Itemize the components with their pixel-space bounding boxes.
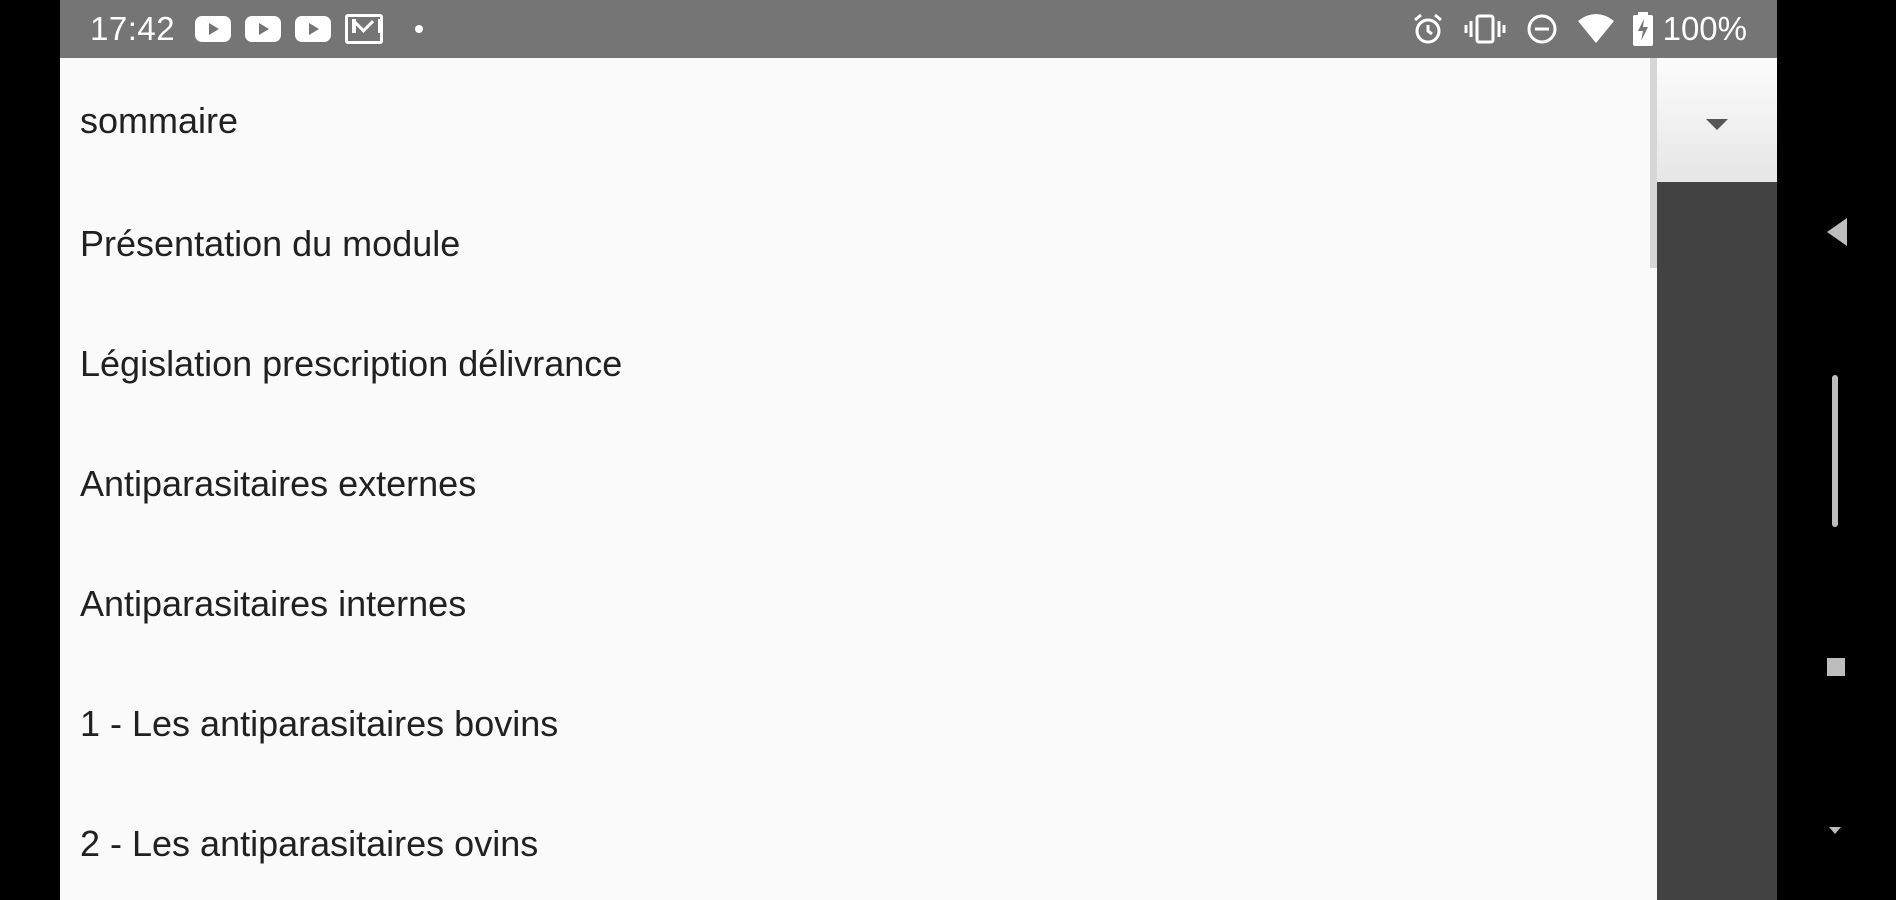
list-item[interactable]: 1 - Les antiparasitaires bovins: [60, 664, 1657, 784]
youtube-icon: [245, 16, 282, 42]
list-item[interactable]: Législation prescription délivrance: [60, 304, 1657, 424]
hide-keyboard-icon[interactable]: [1829, 822, 1841, 840]
gmail-icon: [345, 14, 384, 44]
device-screen: 17:42 100% sommaire Présentation du modu…: [60, 0, 1777, 900]
battery-charging-icon: [1632, 12, 1653, 46]
status-right: 100%: [1411, 10, 1747, 48]
list-item[interactable]: Présentation du module: [60, 184, 1657, 304]
wifi-icon: [1577, 13, 1615, 45]
dropdown-toggle-button[interactable]: [1657, 58, 1777, 182]
status-bar: 17:42 100%: [60, 0, 1777, 58]
scrollbar-thumb[interactable]: [1650, 58, 1657, 268]
alarm-icon: [1411, 12, 1445, 46]
recents-icon[interactable]: [1827, 658, 1845, 676]
battery-percentage: 100%: [1662, 10, 1747, 47]
home-icon[interactable]: [1832, 375, 1838, 527]
list-item[interactable]: sommaire: [60, 58, 1657, 184]
list-item[interactable]: Antiparasitaires internes: [60, 544, 1657, 664]
back-icon[interactable]: [1827, 218, 1847, 251]
dot-icon: [415, 25, 424, 33]
do-not-disturb-icon: [1525, 12, 1559, 46]
vibrate-icon: [1463, 12, 1507, 46]
status-time: 17:42: [90, 10, 176, 47]
dropdown-list[interactable]: sommaire Présentation du module Législat…: [60, 58, 1657, 900]
youtube-icon: [195, 16, 232, 42]
caret-down-icon: [1706, 105, 1728, 136]
list-item[interactable]: 2 - Les antiparasitaires ovins: [60, 784, 1657, 900]
navigation-bar: [1777, 0, 1896, 900]
status-left: 17:42: [90, 10, 424, 48]
list-item[interactable]: Antiparasitaires externes: [60, 424, 1657, 544]
youtube-icon: [295, 16, 332, 42]
